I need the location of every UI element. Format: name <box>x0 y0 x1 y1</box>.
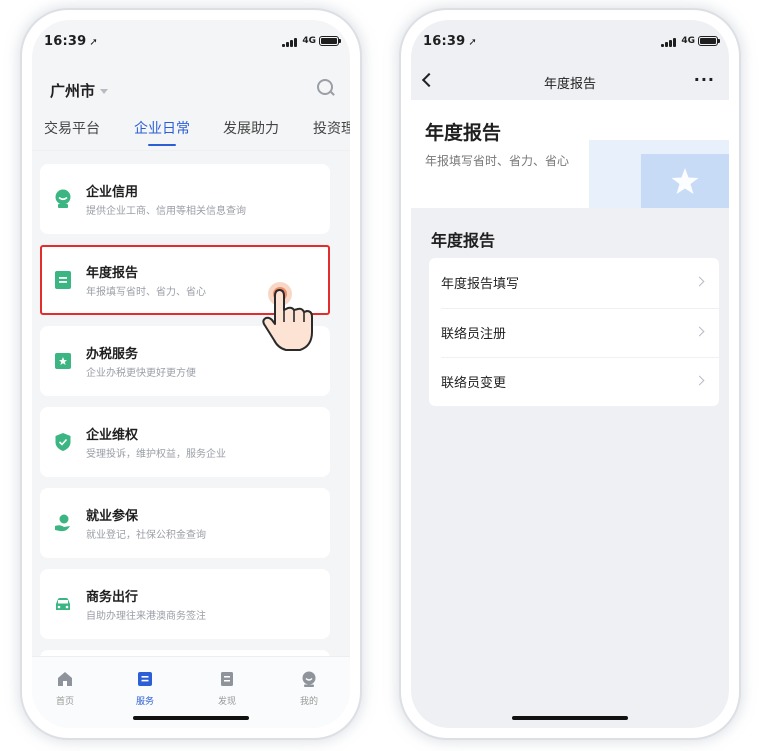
profile-icon <box>302 671 316 687</box>
card-subtitle: 就业登记，社保公积金查询 <box>86 530 206 541</box>
location-arrow-icon: ➚ <box>468 37 477 48</box>
tab-trading-platform[interactable]: 交易平台 <box>44 118 100 138</box>
card-subtitle: 受理投诉，维护权益，服务企业 <box>86 449 226 460</box>
list-item-fill-report[interactable]: 年度报告填写 <box>429 258 719 306</box>
battery-icon <box>698 36 720 46</box>
tab-investment[interactable]: 投资理 <box>313 118 350 138</box>
tab-development[interactable]: 发展助力 <box>223 118 279 138</box>
list-item-contact-register[interactable]: 联络员注册 <box>429 308 719 356</box>
tabbar-label: 发现 <box>217 697 236 707</box>
chevron-right-icon <box>694 375 705 386</box>
service-card-travel[interactable]: 商务出行 自助办理往来港澳商务签注 <box>40 569 330 639</box>
list-item-contact-change[interactable]: 联络员变更 <box>429 357 719 405</box>
service-card-rights[interactable]: 企业维权 受理投诉，维护权益，服务企业 <box>40 407 330 477</box>
status-bar: 16:39 ➚ 4G <box>32 20 350 60</box>
services-screen: 16:39 ➚ 4G 广州市 交易平台 企业日常 发展助力 投资理 企业信用 提供… <box>32 20 350 728</box>
hero-subtitle: 年报填写省时、省力、省心 <box>425 154 570 168</box>
chevron-right-icon <box>694 276 705 287</box>
home-icon <box>58 672 72 686</box>
service-card-credit[interactable]: 企业信用 提供企业工商、信用等相关信息查询 <box>40 164 330 234</box>
status-time: 16:39 <box>423 34 466 49</box>
card-subtitle: 企业办税更快更好更方便 <box>86 368 196 379</box>
phone-frame-right: 16:39 ➚ 4G 年度报告 ··· 年度报告 年报填写省时、省力、省心 年度报… <box>401 10 739 738</box>
credit-icon <box>55 189 71 208</box>
tabbar-label: 服务 <box>135 697 154 707</box>
category-tabs: 交易平台 企业日常 发展助力 投资理 <box>32 118 350 148</box>
home-indicator <box>133 716 249 720</box>
card-title: 商务出行 <box>86 590 139 605</box>
network-label: 4G <box>681 36 695 46</box>
phone-frame-left: 16:39 ➚ 4G 广州市 交易平台 企业日常 发展助力 投资理 企业信用 提供… <box>22 10 360 738</box>
tap-hand-icon <box>262 282 313 351</box>
city-label: 广州市 <box>50 82 96 100</box>
bottom-tab-bar: 首页 服务 发现 我的 <box>32 656 350 728</box>
list-item-label: 联络员注册 <box>441 327 507 342</box>
tabbar-label: 首页 <box>55 697 74 707</box>
annual-report-screen: 16:39 ➚ 4G 年度报告 ··· 年度报告 年报填写省时、省力、省心 年度报… <box>411 20 729 728</box>
more-options-icon[interactable]: ··· <box>694 70 715 89</box>
signal-icon <box>661 38 677 47</box>
tabbar-profile[interactable]: 我的 <box>284 671 334 707</box>
list-item-label: 联络员变更 <box>441 376 507 391</box>
search-icon[interactable] <box>316 78 336 98</box>
card-subtitle: 年报填写省时、省力、省心 <box>86 287 206 298</box>
service-icon <box>138 672 152 686</box>
card-title: 企业维权 <box>86 428 139 443</box>
location-arrow-icon: ➚ <box>89 37 98 48</box>
report-menu-list: 年度报告填写 联络员注册 联络员变更 <box>429 258 719 406</box>
caret-down-icon <box>100 89 109 94</box>
network-label: 4G <box>302 36 316 46</box>
tax-icon <box>55 353 71 369</box>
card-title: 年度报告 <box>86 266 139 281</box>
section-title: 年度报告 <box>431 231 496 250</box>
signal-icon <box>282 38 298 47</box>
discover-icon <box>221 672 233 686</box>
tabbar-discover[interactable]: 发现 <box>202 671 252 707</box>
service-card-employment[interactable]: 就业参保 就业登记，社保公积金查询 <box>40 488 330 558</box>
card-title: 就业参保 <box>86 509 139 524</box>
nav-bar: 年度报告 ··· <box>411 60 729 100</box>
card-title: 办税服务 <box>86 347 139 362</box>
car-icon <box>56 598 70 610</box>
status-bar: 16:39 ➚ 4G <box>411 20 729 60</box>
hero-banner: 年度报告 年报填写省时、省力、省心 <box>411 100 729 208</box>
tabbar-label: 我的 <box>299 697 318 707</box>
shield-icon <box>55 433 71 451</box>
list-item-label: 年度报告填写 <box>441 277 520 292</box>
tabbar-service[interactable]: 服务 <box>120 671 170 707</box>
card-title: 企业信用 <box>86 185 139 200</box>
tabbar-home[interactable]: 首页 <box>40 671 90 707</box>
home-indicator <box>512 716 628 720</box>
card-subtitle: 自助办理往来港澳商务签注 <box>86 611 206 622</box>
report-icon <box>55 271 71 289</box>
chevron-right-icon <box>694 326 705 337</box>
hero-title: 年度报告 <box>425 122 502 144</box>
card-subtitle: 提供企业工商、信用等相关信息查询 <box>86 206 246 217</box>
status-time: 16:39 <box>44 34 87 49</box>
battery-icon <box>319 36 341 46</box>
nav-title: 年度报告 <box>543 77 596 92</box>
insurance-icon <box>55 514 70 532</box>
tab-daily-business[interactable]: 企业日常 <box>134 118 190 146</box>
star-icon <box>671 168 699 194</box>
banner-decoration <box>641 154 729 208</box>
tab-divider <box>32 150 350 151</box>
city-selector[interactable]: 广州市 <box>50 80 109 101</box>
